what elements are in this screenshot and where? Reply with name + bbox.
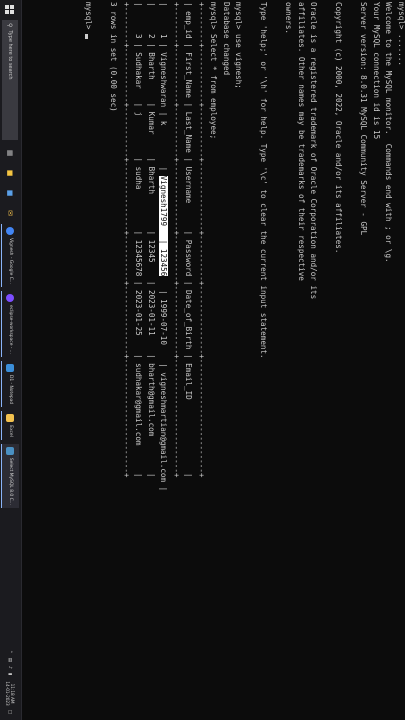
taskbar-app-notepad[interactable]: D1 - Notepad [1, 360, 19, 408]
console-output: mysql> ....... Welcome to the MySQL monit… [82, 2, 405, 491]
console-line: owners. [282, 2, 295, 491]
taskbar-app-label: Excel [8, 425, 13, 437]
selected-text-highlight[interactable]: Vignesh1799 | 123456 [159, 175, 169, 277]
taskbar: ⚲ Type here to search ▦ ■ ■ ✉ Vignesh - … [0, 0, 22, 720]
console-line: mysql> use vignesh; [232, 2, 245, 491]
console-line: | 1 | Vigneshwaran | k | Vignesh1799 | 1… [157, 2, 170, 491]
mail-icon[interactable]: ✉ [3, 206, 17, 220]
console-line-text: +--------+------------+-----------+-----… [172, 2, 181, 478]
clock-date: 14-01-2023 [5, 681, 10, 706]
console-line: | 2 | Bharth | Kumar | Bharth | 12345 | … [145, 2, 158, 491]
mysql-icon [6, 446, 15, 455]
taskbar-app-label: Select MySQL 8.0 C... [8, 457, 13, 505]
console-line: | emp_id | First_Name | Last_Name | User… [182, 2, 195, 491]
console-line-text: Server version: 8.0.31 MySQL Community S… [359, 2, 369, 236]
chrome-icon [6, 227, 15, 235]
excel-icon [6, 414, 15, 423]
clock-time: 11:18 AM [10, 683, 15, 704]
console-line: Type 'help;' or '\h' for help. Type '\c'… [257, 2, 270, 491]
desktop-rotated: mysql> ....... Welcome to the MySQL monit… [0, 0, 405, 720]
start-button[interactable] [0, 0, 21, 18]
console-line-text: 3 rows in set (0.00 sec) [109, 2, 119, 112]
console-line-text: Database changed [222, 2, 231, 76]
network-icon[interactable]: ▤ [8, 658, 13, 662]
chevron-up-icon[interactable]: ⌃ [8, 650, 13, 654]
console-line-text: mysql> ....... [397, 2, 405, 67]
text-cursor [85, 34, 89, 40]
file-explorer-icon[interactable]: ■ [3, 166, 17, 180]
console-line: Server version: 8.0.31 MySQL Community S… [357, 2, 370, 491]
console-line: Database changed [220, 2, 233, 491]
volume-icon[interactable]: ♪ [8, 666, 13, 669]
task-view-icon[interactable]: ▦ [3, 146, 17, 160]
console-line: | 3 | Sudhakar | j | sudha | 12345678 | … [132, 2, 145, 491]
console-line: mysql> ....... [395, 2, 405, 491]
search-placeholder: Type here to search [7, 30, 13, 80]
taskbar-app-label: eclipse-workspace - ... [8, 304, 13, 354]
screen: mysql> ....... Welcome to the MySQL monit… [0, 0, 405, 720]
console-line-text: | 2 | Bharth | Kumar | Bharth | 12345 | … [147, 2, 156, 478]
console-line-text: | 3 | Sudhakar | j | sudha | 12345678 | … [134, 2, 144, 478]
console-line-text: | 1999-07-10 | vigneshmartian@gmail.com … [159, 276, 169, 492]
console-line-text: Copyright (c) 2000, 2022, Oracle and/or … [334, 2, 344, 254]
taskbar-app-chrome[interactable]: Vignesh - Google C... [1, 224, 19, 287]
notification-icon[interactable]: □ [8, 710, 13, 714]
console-line-text: Oracle is a registered trademark of Orac… [309, 2, 319, 300]
console-line: Oracle is a registered trademark of Orac… [307, 2, 320, 491]
console-line-text: mysql> [84, 2, 94, 35]
console-line-text: Type 'help;' or '\h' for help. Type '\c'… [259, 2, 269, 359]
console-line-text: Welcome to the MySQL monitor. Commands e… [384, 2, 394, 263]
console-line: +--------+------------+-----------+-----… [170, 2, 183, 491]
console-line-text: mysql> Select * from employee; [209, 2, 219, 140]
notepad-icon [6, 363, 15, 372]
mysql-console-window[interactable]: mysql> ....... Welcome to the MySQL monit… [22, 0, 405, 720]
console-line-text: owners. [284, 2, 294, 35]
console-line-text: | emp_id | First_Name | Last_Name | User… [184, 2, 194, 478]
console-line: Your MySQL connection id is 15 [370, 2, 383, 491]
console-line-text: Your MySQL connection id is 15 [372, 2, 381, 140]
console-line: Welcome to the MySQL monitor. Commands e… [382, 2, 395, 491]
console-line-text: +--------+------------+-----------+-----… [122, 2, 131, 478]
console-line-text: | 1 | Vigneshwaran | k | [159, 2, 169, 176]
console-line: affiliates. Other names may be trademark… [295, 2, 308, 491]
console-line: mysql> Select * from employee; [207, 2, 220, 491]
store-icon[interactable]: ■ [3, 186, 17, 200]
battery-icon[interactable]: ▮ [8, 673, 13, 675]
taskbar-app-label: D1 - Notepad [8, 374, 13, 405]
console-line: +--------+------------+-----------+-----… [120, 2, 133, 491]
taskbar-search-box[interactable]: ⚲ Type here to search [2, 20, 18, 140]
console-line: mysql> [82, 2, 95, 491]
console-line-text: +--------+------------+-----------+-----… [197, 2, 206, 478]
console-line-text: mysql> use vignesh; [234, 2, 244, 89]
taskbar-app-excel[interactable]: Excel [1, 411, 19, 440]
system-tray: ⌃ ▤ ♪ ▮ 11:18 AM 14-01-2023 □ [5, 646, 15, 720]
eclipse-icon [6, 293, 15, 302]
search-icon: ⚲ [6, 23, 14, 28]
taskbar-app-mysql[interactable]: Select MySQL 8.0 C... [1, 443, 19, 508]
windows-logo-icon [5, 4, 15, 14]
console-line: +--------+------------+-----------+-----… [195, 2, 208, 491]
taskbar-app-label: Vignesh - Google C... [8, 238, 13, 284]
console-line: 3 rows in set (0.00 sec) [107, 2, 120, 491]
clock[interactable]: 11:18 AM 14-01-2023 [5, 681, 15, 705]
console-line-text: affiliates. Other names may be trademark… [297, 2, 306, 281]
taskbar-app-eclipse[interactable]: eclipse-workspace - ... [1, 290, 19, 357]
console-line: Copyright (c) 2000, 2022, Oracle and/or … [332, 2, 345, 491]
